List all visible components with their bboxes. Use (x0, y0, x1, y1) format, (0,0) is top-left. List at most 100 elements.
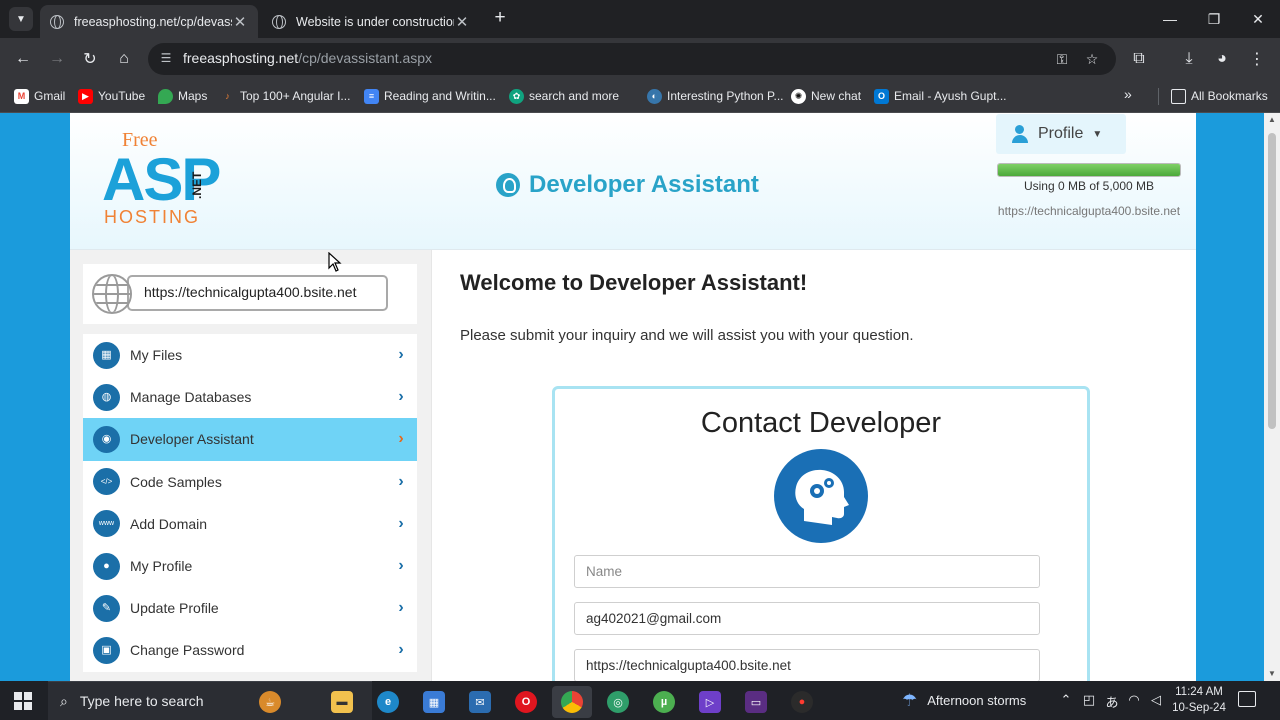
chrome-icon[interactable] (552, 686, 592, 718)
store-icon[interactable]: ▦ (414, 686, 454, 718)
contact-developer-card: Contact Developer Name ag402021@gmail.co… (552, 386, 1090, 681)
globe-icon (272, 14, 286, 29)
new-tab-button[interactable]: + (488, 7, 512, 31)
user-edit-icon: ✎ (93, 594, 120, 622)
file-explorer-icon[interactable]: ▬ (322, 686, 362, 718)
chevron-right-icon: › (398, 388, 404, 406)
sidebar-item-code-samples[interactable]: </> Code Samples › (83, 461, 417, 503)
browser-menu-icon[interactable]: ⋮ (1244, 47, 1270, 71)
address-bar[interactable]: ☰ freeasphosting.net/cp/devassistant.asp… (148, 43, 1116, 75)
sidebar-item-label: Add Domain (130, 515, 208, 532)
ime-icon[interactable]: あ (1102, 692, 1122, 711)
www-icon: www (93, 510, 120, 538)
more-bookmarks-chevron-icon[interactable]: » (1124, 86, 1132, 102)
openai-icon: ✺ (791, 88, 806, 104)
clock-time: 11:24 AM (1175, 686, 1223, 698)
forward-button[interactable]: → (44, 47, 70, 71)
profile-dropdown-button[interactable]: Profile ▼ (996, 114, 1126, 154)
page-scrollbar[interactable]: ▲ ▼ (1264, 113, 1280, 681)
sidebar-item-my-files[interactable]: ▦ My Files › (83, 334, 417, 376)
back-button[interactable]: ← (10, 47, 36, 71)
bookmark-item[interactable]: Maps (158, 86, 207, 106)
notification-icon[interactable] (1238, 691, 1256, 707)
card-title: Contact Developer (700, 407, 942, 439)
tab-active[interactable]: freeasphosting.net/cp/devassistant.aspx … (40, 5, 258, 38)
bookmark-item[interactable]: ♪ Top 100+ Angular I... (220, 86, 350, 106)
bookmark-star-icon[interactable]: ☆ (1082, 49, 1102, 69)
bookmark-item[interactable]: ✿ search and more (509, 86, 619, 106)
extensions-icon[interactable]: ⧉ (1126, 47, 1152, 71)
wifi-icon[interactable]: ◠ (1124, 692, 1144, 708)
system-clock[interactable]: 11:24 AM 10-Sep-24 (1170, 684, 1228, 716)
volume-icon[interactable]: ◁ (1146, 692, 1166, 708)
globe-app-icon[interactable]: ◎ (598, 686, 638, 718)
sidebar-item-developer-assistant[interactable]: ◉ Developer Assistant › (83, 418, 417, 461)
browser-toolbar: ← → ↻ ⌂ ☰ freeasphosting.net/cp/devassis… (0, 38, 1280, 80)
sidebar-item-add-domain[interactable]: www Add Domain › (83, 503, 417, 545)
camera-icon[interactable]: ◰ (1079, 692, 1099, 708)
main-content: Welcome to Developer Assistant! Please s… (431, 250, 1181, 681)
sidebar-item-update-profile[interactable]: ✎ Update Profile › (83, 587, 417, 629)
close-window-button[interactable]: ✕ (1236, 0, 1280, 38)
scroll-down-icon[interactable]: ▼ (1264, 667, 1280, 681)
sidebar-item-manage-databases[interactable]: ◍ Manage Databases › (83, 376, 417, 418)
url-text[interactable]: freeasphosting.net/cp/devassistant.aspx (183, 50, 432, 66)
close-tab-icon[interactable]: ✕ (454, 13, 470, 31)
chevron-right-icon: › (398, 430, 404, 448)
sidebar-menu: ▦ My Files › ◍ Manage Databases › ◉ Deve… (83, 334, 417, 672)
download-icon[interactable]: ⤓ (1176, 47, 1202, 71)
terminal-icon[interactable]: ▭ (736, 686, 776, 718)
chevron-up-icon[interactable]: ⌃ (1056, 692, 1076, 708)
bookmark-item[interactable]: ≡ Reading and Writin... (364, 86, 496, 106)
logo-hosting-text: HOSTING (104, 207, 201, 227)
domain-selector[interactable]: https://technicalgupta400.bsite.net (127, 275, 388, 311)
windows-start-icon[interactable] (14, 692, 32, 710)
tab-inactive[interactable]: Website is under construction ✕ (262, 5, 480, 38)
profile-label: Profile (1038, 125, 1084, 142)
email-field[interactable]: ag402021@gmail.com (574, 602, 1040, 635)
web-viewport: Free ASP HOSTING .NET Developer Assistan… (0, 113, 1280, 681)
scroll-up-icon[interactable]: ▲ (1264, 113, 1280, 127)
bookmark-item[interactable]: ▶ YouTube (78, 86, 145, 106)
bookmark-item[interactable]: M Gmail (14, 86, 65, 106)
name-field[interactable]: Name (574, 555, 1040, 588)
sidebar-item-change-password[interactable]: ▣ Change Password › (83, 629, 417, 671)
site-url-link[interactable]: https://technicalgupta400.bsite.net (997, 204, 1181, 218)
visual-studio-icon[interactable]: ▷ (690, 686, 730, 718)
utorrent-icon[interactable]: µ (644, 686, 684, 718)
mail-icon[interactable]: ✉ (460, 686, 500, 718)
files-icon: ▦ (93, 341, 120, 369)
browser-tab-strip: ▼ freeasphosting.net/cp/devassistant.asp… (0, 0, 1280, 38)
sidebar: https://technicalgupta400.bsite.net ▦ My… (70, 250, 431, 681)
storage-usage-fill (998, 164, 1180, 176)
autumn-widget-icon[interactable]: ☕ (250, 686, 290, 718)
maximize-button[interactable]: ❐ (1192, 0, 1236, 38)
website-field[interactable]: https://technicalgupta400.bsite.net (574, 649, 1040, 681)
all-bookmarks-button[interactable]: All Bookmarks (1171, 86, 1268, 106)
chevron-right-icon: › (398, 346, 404, 364)
opera-icon[interactable]: O (506, 686, 546, 718)
edge-icon[interactable]: e (368, 686, 408, 718)
bookmark-item[interactable]: ◐ Interesting Python P... (647, 86, 784, 106)
scroll-thumb[interactable] (1268, 133, 1276, 429)
page-title: Developer Assistant (496, 171, 759, 199)
sidebar-item-my-profile[interactable]: ● My Profile › (83, 545, 417, 587)
site-info-icon[interactable]: ☰ (158, 51, 174, 67)
youtube-icon: ▶ (78, 88, 93, 104)
reload-button[interactable]: ↻ (77, 47, 103, 71)
user-icon (1012, 125, 1028, 143)
bookmark-item[interactable]: ✺ New chat (791, 86, 861, 106)
tab-search-button[interactable]: ▼ (9, 7, 33, 31)
minimize-button[interactable]: — (1148, 0, 1192, 38)
password-key-icon[interactable]: ⚿ (1052, 49, 1072, 69)
weather-widget[interactable]: ☂ Afternoon storms (902, 681, 1026, 720)
sidebar-item-label: Update Profile (130, 600, 219, 617)
close-tab-icon[interactable]: ✕ (232, 13, 248, 31)
profile-avatar-icon[interactable]: ◕ (1209, 47, 1235, 71)
bookmarks-bar: M Gmail ▶ YouTube Maps ♪ Top 100+ Angular I… (0, 80, 1280, 113)
bookmark-item[interactable]: O Email - Ayush Gupt... (874, 86, 1007, 106)
freeasphosting-logo[interactable]: Free ASP HOSTING .NET (102, 125, 227, 230)
screen-recorder-icon[interactable]: ● (782, 686, 822, 718)
home-button[interactable]: ⌂ (111, 47, 137, 71)
caret-down-icon: ▼ (1092, 128, 1103, 140)
